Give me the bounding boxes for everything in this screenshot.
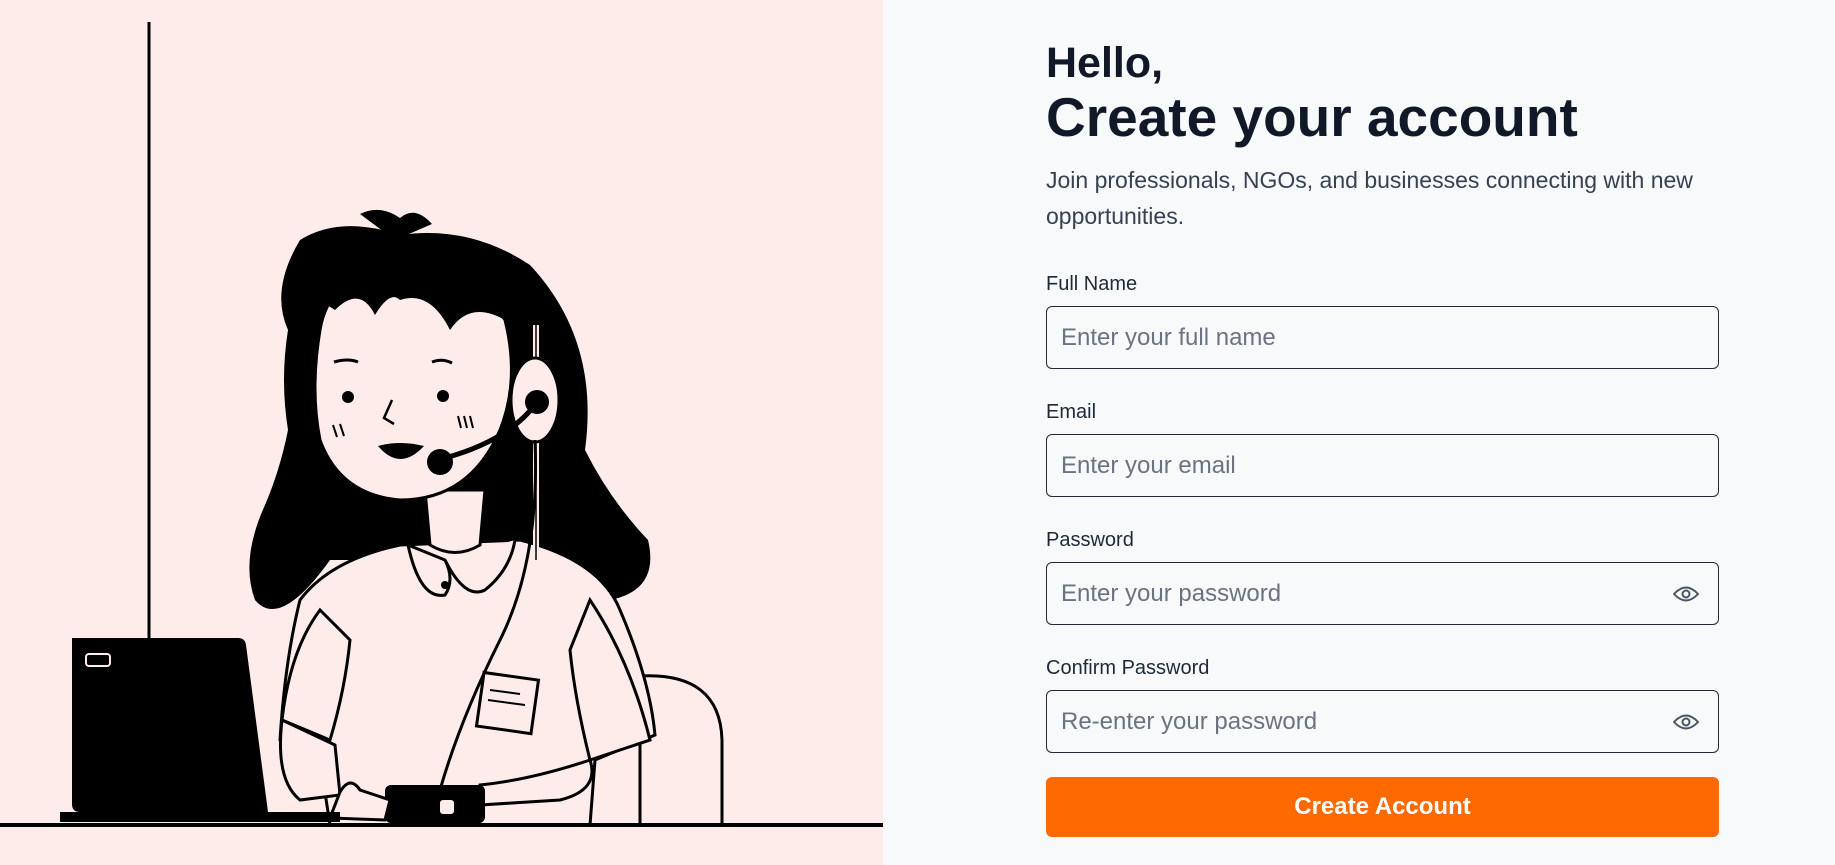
eye-icon[interactable] (1672, 580, 1700, 608)
page-subtitle: Join professionals, NGOs, and businesses… (1046, 167, 1693, 229)
password-field: Password (1046, 528, 1719, 625)
full-name-input[interactable] (1047, 307, 1718, 368)
full-name-field: Full Name (1046, 272, 1719, 369)
email-field: Email (1046, 400, 1719, 497)
form-panel: Hello, Create your account Join professi… (883, 0, 1835, 865)
eye-icon[interactable] (1672, 708, 1700, 736)
page-title: Create your account (1046, 86, 1578, 148)
password-label: Password (1046, 529, 1134, 551)
password-input[interactable] (1047, 563, 1718, 624)
greeting-heading: Hello, (1046, 39, 1164, 87)
password-input-box (1046, 562, 1719, 625)
full-name-input-box (1046, 306, 1719, 369)
email-input[interactable] (1047, 435, 1718, 496)
confirm-password-input-box (1046, 690, 1719, 753)
email-input-box (1046, 434, 1719, 497)
email-label: Email (1046, 401, 1097, 423)
support-agent-illustration (0, 22, 883, 827)
create-account-button[interactable]: Create Account (1046, 777, 1719, 837)
confirm-password-input[interactable] (1047, 691, 1718, 752)
full-name-label: Full Name (1046, 273, 1138, 295)
signup-form: Hello, Create your account Join professi… (1046, 38, 1719, 837)
signup-page: Hello, Create your account Join professi… (0, 0, 1835, 865)
confirm-password-label: Confirm Password (1046, 657, 1210, 679)
illustration-panel (0, 0, 883, 865)
confirm-password-field: Confirm Password (1046, 656, 1719, 753)
